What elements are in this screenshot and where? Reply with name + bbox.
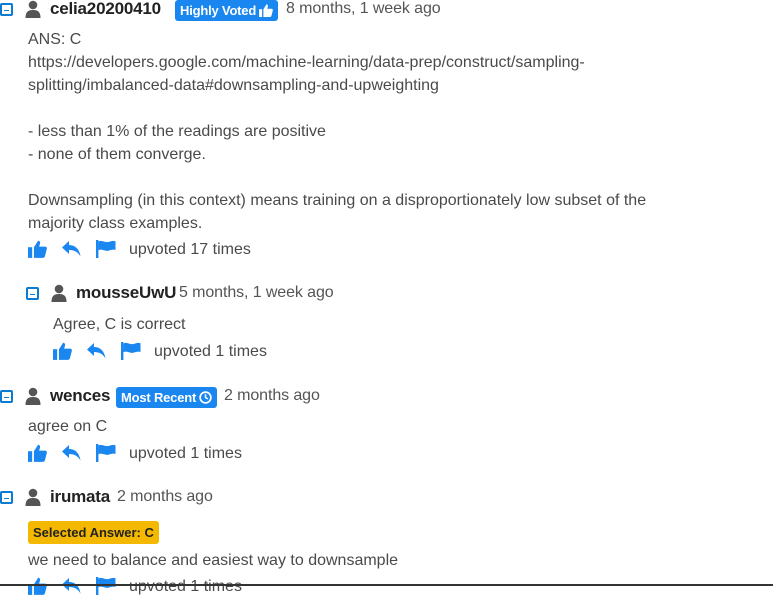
collapse-minus-icon[interactable] xyxy=(0,491,13,504)
reply-icon[interactable] xyxy=(61,240,82,258)
comment-body: we need to balance and easiest way to do… xyxy=(28,549,398,572)
reply-icon[interactable] xyxy=(61,444,82,462)
comment-line: Agree, C is correct xyxy=(53,316,186,333)
thumbs-up-icon[interactable] xyxy=(28,240,47,258)
comment-line: splitting/imbalanced-data#downsampling-a… xyxy=(28,77,439,94)
comment-line: majority class examples. xyxy=(28,215,203,232)
most-recent-badge: Most Recent xyxy=(116,387,218,408)
thumbs-up-icon[interactable] xyxy=(28,577,47,595)
user-icon xyxy=(25,488,41,506)
thumbs-up-icon xyxy=(259,4,273,17)
timestamp: 2 months ago xyxy=(117,488,213,505)
badge-label: Most Recent xyxy=(121,390,197,405)
comment-body: Agree, C is correct xyxy=(53,313,185,336)
comment-line: we need to balance and easiest way to do… xyxy=(28,552,399,569)
badge-label: Highly Voted xyxy=(180,3,257,18)
username[interactable]: irumata xyxy=(50,487,110,507)
collapse-minus-icon[interactable] xyxy=(0,390,13,403)
comment-line xyxy=(28,166,646,189)
username[interactable]: celia20200410 xyxy=(50,0,161,19)
clock-icon xyxy=(199,391,212,404)
comment-line xyxy=(28,97,646,120)
comment-line: agree on C xyxy=(28,418,108,435)
flag-icon[interactable] xyxy=(121,342,141,360)
timestamp: 2 months ago xyxy=(224,387,320,404)
timestamp: 5 months, 1 week ago xyxy=(179,284,334,301)
comment-line: Downsampling (in this context) means tra… xyxy=(28,192,647,209)
user-icon xyxy=(25,0,41,18)
thumbs-up-icon[interactable] xyxy=(53,342,72,360)
comment-line: https://developers.google.com/machine-le… xyxy=(28,54,585,71)
upvote-count: upvoted 1 times xyxy=(154,343,267,360)
upvote-count: upvoted 17 times xyxy=(129,241,251,258)
comment-body: agree on C xyxy=(28,415,107,438)
user-icon xyxy=(25,387,41,405)
selected-answer-badge: Selected Answer: C xyxy=(28,521,159,544)
flag-icon[interactable] xyxy=(96,444,116,462)
highly-voted-badge: Highly Voted xyxy=(175,0,279,21)
username[interactable]: wences xyxy=(50,386,110,406)
comment-line: - less than 1% of the readings are posit… xyxy=(28,123,326,140)
username[interactable]: mousseUwU xyxy=(76,283,176,303)
upvote-count: upvoted 1 times xyxy=(129,445,242,462)
upvote-count: upvoted 1 times xyxy=(129,578,242,595)
collapse-minus-icon[interactable] xyxy=(0,3,13,16)
comment-body: ANS: C https://developers.google.com/mac… xyxy=(28,28,646,235)
comment-line: - none of them converge. xyxy=(28,146,206,163)
flag-icon[interactable] xyxy=(96,577,116,595)
collapse-minus-icon[interactable] xyxy=(26,287,39,300)
thumbs-up-icon[interactable] xyxy=(28,444,47,462)
timestamp: 8 months, 1 week ago xyxy=(286,0,441,17)
flag-icon[interactable] xyxy=(96,240,116,258)
reply-icon[interactable] xyxy=(86,342,107,360)
user-icon xyxy=(51,284,67,302)
comment-line: ANS: C xyxy=(28,31,82,48)
reply-icon[interactable] xyxy=(61,577,82,595)
